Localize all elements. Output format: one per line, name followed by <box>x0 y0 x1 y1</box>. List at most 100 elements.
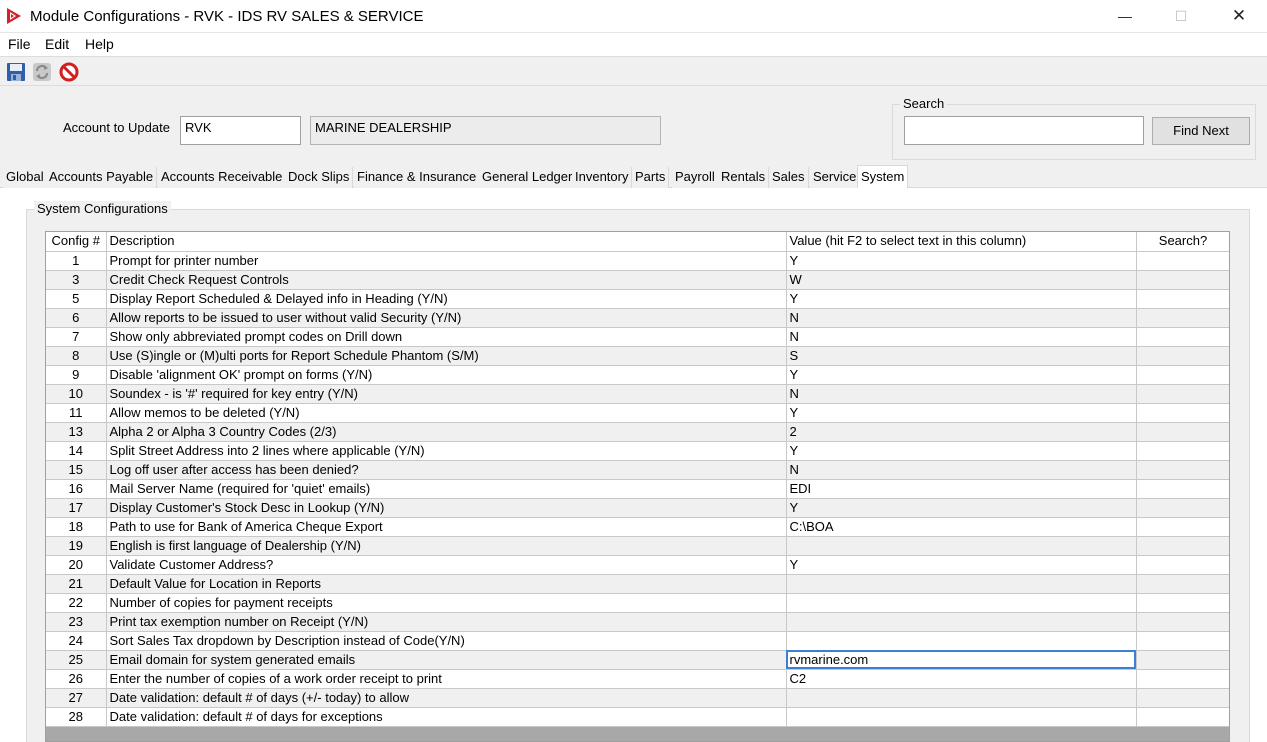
search-cell[interactable] <box>1136 631 1229 651</box>
search-cell[interactable] <box>1136 593 1229 613</box>
value-cell[interactable]: C2 <box>786 669 1137 689</box>
value-cell[interactable] <box>786 593 1137 613</box>
config-grid[interactable]: Config # Description Value (hit F2 to se… <box>45 231 1230 742</box>
value-cell[interactable] <box>786 707 1137 727</box>
table-row[interactable]: 27 Date validation: default # of days (+/… <box>46 688 1229 708</box>
cancel-icon[interactable] <box>59 62 79 82</box>
table-row[interactable]: 1 Prompt for printer number Y <box>46 251 1229 271</box>
search-cell[interactable] <box>1136 441 1229 461</box>
table-row[interactable]: 7 Show only abbreviated prompt codes on D… <box>46 327 1229 347</box>
account-code-input[interactable]: RVK <box>180 116 301 145</box>
tab-service[interactable]: Service <box>810 167 861 188</box>
tab-general-ledger[interactable]: General Ledger <box>479 167 577 188</box>
value-cell[interactable]: Y <box>786 365 1137 385</box>
tab-system[interactable]: System <box>857 165 909 189</box>
tab-rentals[interactable]: Rentals <box>718 167 770 188</box>
menu-edit[interactable]: Edit <box>45 36 69 52</box>
tab-dock-slips[interactable]: Dock Slips <box>285 167 354 188</box>
maximize-button[interactable]: ☐ <box>1158 0 1204 33</box>
table-row[interactable]: 13 Alpha 2 or Alpha 3 Country Codes (2/3)… <box>46 422 1229 442</box>
search-cell[interactable] <box>1136 517 1229 537</box>
search-cell[interactable] <box>1136 574 1229 594</box>
table-row[interactable]: 6 Allow reports to be issued to user with… <box>46 308 1229 328</box>
value-cell[interactable]: N <box>786 384 1137 404</box>
value-cell[interactable] <box>786 631 1137 651</box>
table-row[interactable]: 15 Log off user after access has been den… <box>46 460 1229 480</box>
search-cell[interactable] <box>1136 650 1229 670</box>
table-row[interactable]: 11 Allow memos to be deleted (Y/N) Y <box>46 403 1229 423</box>
search-cell[interactable] <box>1136 536 1229 556</box>
header-value[interactable]: Value (hit F2 to select text in this col… <box>786 232 1137 252</box>
value-cell[interactable]: W <box>786 270 1137 290</box>
tab-sales[interactable]: Sales <box>769 167 809 188</box>
table-row[interactable]: 3 Credit Check Request Controls W <box>46 270 1229 290</box>
save-icon[interactable] <box>6 62 26 82</box>
search-cell[interactable] <box>1136 251 1229 271</box>
find-next-button[interactable]: Find Next <box>1152 117 1250 145</box>
value-cell[interactable]: EDI <box>786 479 1137 499</box>
value-cell[interactable]: Y <box>786 289 1137 309</box>
tab-inventory[interactable]: Inventory <box>572 167 633 188</box>
search-cell[interactable] <box>1136 479 1229 499</box>
value-cell[interactable]: N <box>786 327 1137 347</box>
menu-help[interactable]: Help <box>85 36 114 52</box>
table-row[interactable]: 17 Display Customer's Stock Desc in Looku… <box>46 498 1229 518</box>
value-cell[interactable]: Y <box>786 441 1137 461</box>
table-row[interactable]: 20 Validate Customer Address? Y <box>46 555 1229 575</box>
value-cell[interactable]: 2 <box>786 422 1137 442</box>
header-config-num[interactable]: Config # <box>46 232 107 252</box>
refresh-icon[interactable] <box>32 62 52 82</box>
value-cell[interactable]: N <box>786 308 1137 328</box>
tab-payroll[interactable]: Payroll <box>672 167 719 188</box>
table-row[interactable]: 21 Default Value for Location in Reports <box>46 574 1229 594</box>
search-cell[interactable] <box>1136 384 1229 404</box>
header-search[interactable]: Search? <box>1136 232 1229 252</box>
search-cell[interactable] <box>1136 346 1229 366</box>
table-row[interactable]: 26 Enter the number of copies of a work o… <box>46 669 1229 689</box>
search-cell[interactable] <box>1136 498 1229 518</box>
value-cell[interactable]: Y <box>786 403 1137 423</box>
search-cell[interactable] <box>1136 460 1229 480</box>
search-cell[interactable] <box>1136 707 1229 727</box>
value-cell[interactable] <box>786 536 1137 556</box>
tab-global[interactable]: Global <box>3 167 48 188</box>
value-cell[interactable]: S <box>786 346 1137 366</box>
table-row[interactable]: 28 Date validation: default # of days for… <box>46 707 1229 727</box>
value-cell[interactable]: C:\BOA <box>786 517 1137 537</box>
search-cell[interactable] <box>1136 612 1229 632</box>
search-cell[interactable] <box>1136 327 1229 347</box>
search-cell[interactable] <box>1136 270 1229 290</box>
value-cell[interactable] <box>786 574 1137 594</box>
value-cell[interactable] <box>786 612 1137 632</box>
minimize-button[interactable]: — <box>1102 0 1148 33</box>
header-description[interactable]: Description <box>106 232 787 252</box>
search-cell[interactable] <box>1136 688 1229 708</box>
tab-accounts-payable[interactable]: Accounts Payable <box>46 167 158 188</box>
table-row[interactable]: 8 Use (S)ingle or (M)ulti ports for Repor… <box>46 346 1229 366</box>
table-row[interactable]: 9 Disable 'alignment OK' prompt on forms … <box>46 365 1229 385</box>
value-cell[interactable]: Y <box>786 498 1137 518</box>
value-cell[interactable]: Y <box>786 555 1137 575</box>
tab-finance-insurance[interactable]: Finance & Insurance <box>354 167 481 188</box>
search-cell[interactable] <box>1136 422 1229 442</box>
search-cell[interactable] <box>1136 365 1229 385</box>
table-row[interactable]: 10 Soundex - is '#' required for key entr… <box>46 384 1229 404</box>
table-row[interactable]: 25 Email domain for system generated emai… <box>46 650 1229 670</box>
table-row[interactable]: 5 Display Report Scheduled & Delayed info… <box>46 289 1229 309</box>
search-cell[interactable] <box>1136 289 1229 309</box>
value-cell[interactable]: N <box>786 460 1137 480</box>
table-row[interactable]: 19 English is first language of Dealershi… <box>46 536 1229 556</box>
table-row[interactable]: 16 Mail Server Name (required for 'quiet'… <box>46 479 1229 499</box>
table-row[interactable]: 24 Sort Sales Tax dropdown by Description… <box>46 631 1229 651</box>
search-cell[interactable] <box>1136 308 1229 328</box>
close-button[interactable]: ✕ <box>1216 0 1262 33</box>
tab-accounts-receivable[interactable]: Accounts Receivable <box>158 167 287 188</box>
value-cell[interactable]: Y <box>786 251 1137 271</box>
search-cell[interactable] <box>1136 669 1229 689</box>
table-row[interactable]: 18 Path to use for Bank of America Cheque… <box>46 517 1229 537</box>
search-cell[interactable] <box>1136 403 1229 423</box>
table-row[interactable]: 22 Number of copies for payment receipts <box>46 593 1229 613</box>
table-row[interactable]: 14 Split Street Address into 2 lines wher… <box>46 441 1229 461</box>
menu-file[interactable]: File <box>8 36 31 52</box>
value-cell[interactable]: rvmarine.com <box>786 650 1137 670</box>
